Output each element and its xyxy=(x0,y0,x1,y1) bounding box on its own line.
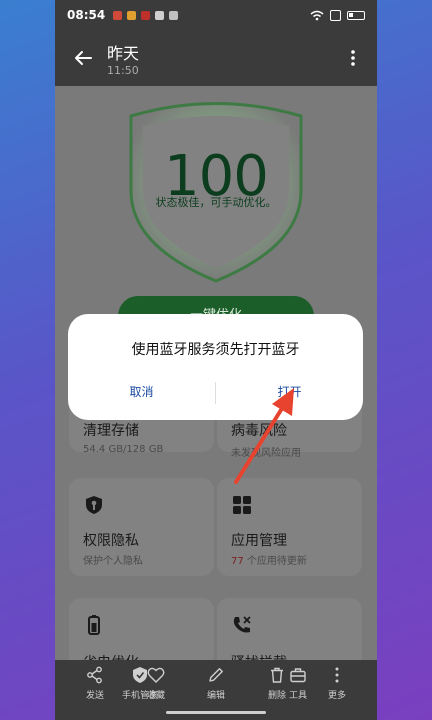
red-arrow-annotation xyxy=(234,388,294,484)
edit-button[interactable]: 编辑 xyxy=(191,666,241,701)
home-indicator[interactable] xyxy=(166,711,266,714)
card-apps-sub: 77 个应用待更新 xyxy=(231,552,307,567)
back-arrow-icon[interactable] xyxy=(71,46,95,70)
page-subtitle: 11:50 xyxy=(107,64,139,77)
battery-icon xyxy=(347,10,365,20)
battery-save-icon xyxy=(88,615,100,635)
call-block-icon xyxy=(233,616,251,633)
cancel-button[interactable]: 取消 xyxy=(68,383,215,400)
page-title: 昨天 xyxy=(107,44,140,63)
more-button[interactable]: 更多 xyxy=(312,666,362,701)
card-privacy[interactable]: 权限隐私 保护个人隐私 xyxy=(69,478,214,576)
bluetooth-dialog: 使用蓝牙服务须先打开蓝牙 取消 打开 xyxy=(68,314,363,420)
app-grid-icon xyxy=(233,496,251,514)
share-label: 发送 xyxy=(85,691,104,701)
update-count: 77 xyxy=(231,556,244,567)
card-privacy-title: 权限隐私 xyxy=(83,533,139,549)
update-text: 个应用待更新 xyxy=(243,556,307,567)
close-notification-icon xyxy=(330,9,341,21)
more-vertical-bottom-icon xyxy=(335,667,339,683)
card-storage-title: 清理存储 xyxy=(83,423,139,439)
dialog-message: 使用蓝牙服务须先打开蓝牙 xyxy=(131,342,300,358)
favorite-button[interactable]: 收藏 xyxy=(131,666,181,701)
pencil-icon xyxy=(209,668,223,682)
favorite-label: 收藏 xyxy=(146,691,165,701)
health-status-text: 状态极佳，可手动优化。 xyxy=(155,196,277,209)
edit-label: 编辑 xyxy=(206,691,225,701)
card-apps-title: 应用管理 xyxy=(231,533,287,549)
heart-icon xyxy=(147,667,165,683)
share-icon xyxy=(87,666,102,684)
card-call[interactable]: 骚扰拦截 xyxy=(217,598,362,671)
card-apps[interactable]: 应用管理 77 个应用待更新 xyxy=(217,478,362,576)
status-bar: 08:54 xyxy=(55,0,377,30)
more-label: 更多 xyxy=(327,691,346,701)
share-button[interactable]: 发送 xyxy=(70,666,120,701)
wechat-icon xyxy=(169,10,179,20)
notification-icon-1 xyxy=(113,10,123,20)
notification-icon-4 xyxy=(155,10,165,20)
more-vertical-icon[interactable] xyxy=(343,48,363,68)
tools-label: 工具 xyxy=(288,691,307,701)
toolbox-icon xyxy=(290,668,306,683)
card-battery[interactable]: 省电优化 xyxy=(69,598,214,671)
wifi-icon xyxy=(310,10,324,20)
notification-icon-2 xyxy=(127,10,137,20)
notification-icon-3 xyxy=(141,10,151,20)
app-bar: 昨天 11:50 xyxy=(55,30,377,86)
card-privacy-sub: 保护个人隐私 xyxy=(83,556,143,567)
card-storage-sub: 54.4 GB/128 GB xyxy=(83,444,164,455)
privacy-shield-icon xyxy=(86,496,102,514)
status-time: 08:54 xyxy=(67,8,106,22)
